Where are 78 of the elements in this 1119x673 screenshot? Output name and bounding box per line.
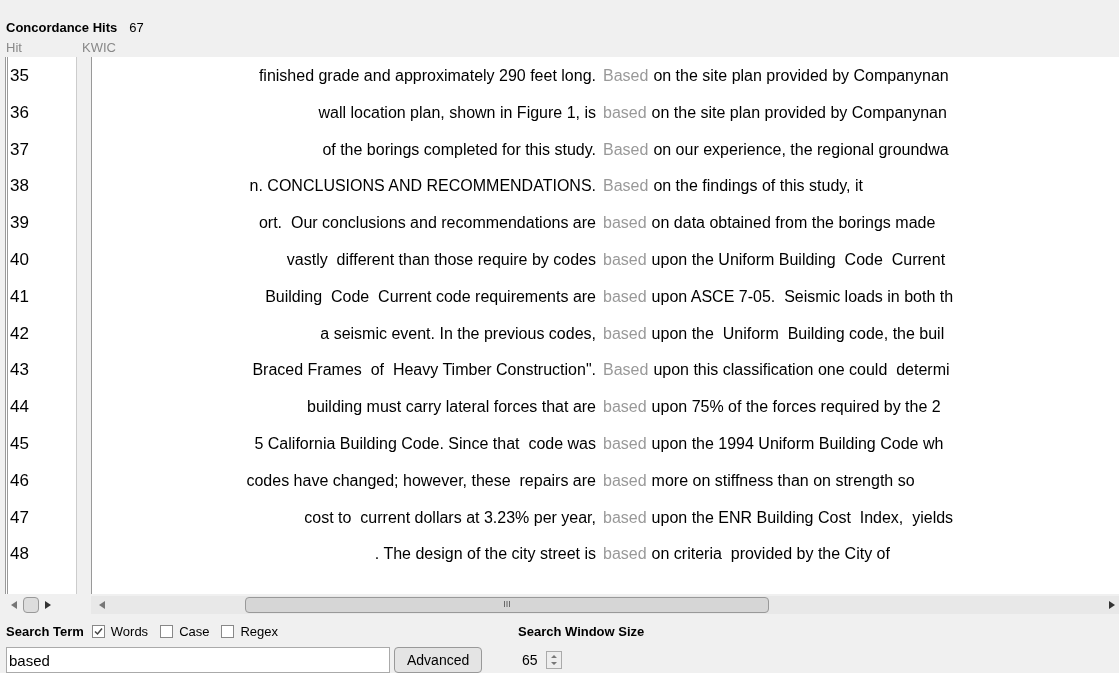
keyword: based	[603, 323, 647, 344]
keyword: based	[603, 397, 647, 418]
keyword: based	[603, 250, 647, 270]
right-context: on the findings of this study, it	[653, 176, 863, 197]
scrollbar-thumb[interactable]	[23, 596, 39, 613]
hit-number: 47	[9, 506, 30, 529]
checkbox-label: Case	[179, 622, 210, 641]
scroll-left-icon[interactable]	[11, 600, 17, 609]
scroll-right-icon[interactable]	[1109, 600, 1115, 609]
left-context: n. CONCLUSIONS AND RECOMMENDATIONS.	[248, 176, 596, 197]
hit-number: 36	[9, 101, 30, 124]
left-context: of the borings completed for this study.	[321, 139, 596, 160]
checkbox[interactable]	[221, 624, 235, 638]
search-term-label: Search Term	[6, 622, 84, 641]
left-context: building must carry lateral forces that are	[306, 397, 596, 418]
left-context: cost to current dollars at 3.23% per year,	[303, 507, 596, 528]
hit-number: 35	[9, 65, 30, 87]
keyword: Based	[603, 66, 649, 86]
keyword: based	[603, 507, 647, 528]
right-context: on criteria provided by the City of	[651, 544, 890, 565]
hit-number: 39	[9, 212, 30, 235]
keyword: Based	[603, 176, 649, 197]
right-context: on the site plan provided by Companynan	[651, 102, 947, 123]
right-context: upon ASCE 7-05. Seismic loads in both th	[651, 286, 954, 307]
checkbox-label: Regex	[240, 622, 279, 641]
window-size-label: Search Window Size	[518, 622, 645, 641]
hit-number: 42	[9, 322, 30, 345]
hit-number: 37	[9, 138, 30, 161]
right-context: on data obtained from the borings made	[651, 213, 936, 234]
scroll-left-icon[interactable]	[99, 600, 105, 609]
panel-title: Concordance Hits	[6, 19, 118, 37]
left-context: vastly different than those require by codes	[285, 250, 596, 270]
search-field[interactable]: based	[6, 647, 390, 673]
hit-number: 48	[9, 543, 30, 566]
left-context: ort. Our conclusions and recommendations are	[257, 213, 596, 234]
keyword: based	[603, 544, 647, 565]
hit-number: 45	[9, 432, 30, 455]
right-context: upon the Uniform Building code, the buil	[651, 323, 945, 344]
hit-number: 41	[9, 285, 30, 308]
keyword: based	[603, 433, 647, 454]
hit-count: 67	[129, 19, 144, 37]
left-context: wall location plan, shown in Figure 1, is	[317, 102, 596, 123]
checkbox[interactable]	[91, 624, 105, 638]
advanced-button[interactable]: Advanced	[394, 647, 483, 673]
keyword: based	[603, 286, 647, 307]
keyword: Based	[603, 139, 649, 160]
right-context: on our experience, the regional groundwa	[653, 139, 949, 160]
scrollbar-thumb[interactable]: III	[245, 596, 769, 613]
left-context: a seismic event. In the previous codes,	[319, 323, 596, 344]
column-header: KWIC	[82, 38, 116, 57]
right-context: more on stiffness than on strength so	[651, 470, 915, 491]
hit-number: 46	[9, 469, 30, 492]
hit-number: 40	[9, 249, 30, 271]
right-context: upon the 1994 Uniform Building Code wh	[651, 433, 944, 454]
hit-number: 44	[9, 396, 30, 419]
spinner-arrows-icon[interactable]	[545, 651, 562, 669]
window-size-spinner[interactable]: 65	[518, 647, 574, 673]
keyword: based	[603, 470, 647, 491]
right-context: on the site plan provided by Companynan	[653, 66, 949, 86]
checkbox-label: Words	[110, 622, 149, 641]
hit-number: 43	[9, 359, 30, 382]
hit-number: 38	[9, 175, 30, 198]
scroll-right-icon[interactable]	[45, 600, 51, 609]
left-context: Building Code Current code requirements are	[264, 286, 596, 307]
left-context: 5 California Building Code. Since that code was	[253, 433, 596, 454]
right-context: upon the Uniform Building Code Current	[651, 250, 946, 270]
keyword: Based	[603, 360, 649, 381]
right-context: upon this classification one could determi	[653, 360, 950, 381]
checkbox[interactable]	[160, 624, 174, 638]
keyword: based	[603, 213, 647, 234]
left-context: Braced Frames of Heavy Timber Construction".	[251, 360, 596, 381]
right-context: upon the ENR Building Cost Index, yields	[651, 507, 954, 528]
left-context: . The design of the city street is	[373, 544, 596, 565]
keyword: based	[603, 102, 647, 123]
left-context: codes have changed; however, these repairs are	[245, 470, 596, 491]
right-context: upon 75% of the forces required by the 2	[651, 397, 941, 418]
left-context: finished grade and approximately 290 feet long.	[257, 66, 596, 86]
column-header: Hit	[6, 38, 23, 57]
